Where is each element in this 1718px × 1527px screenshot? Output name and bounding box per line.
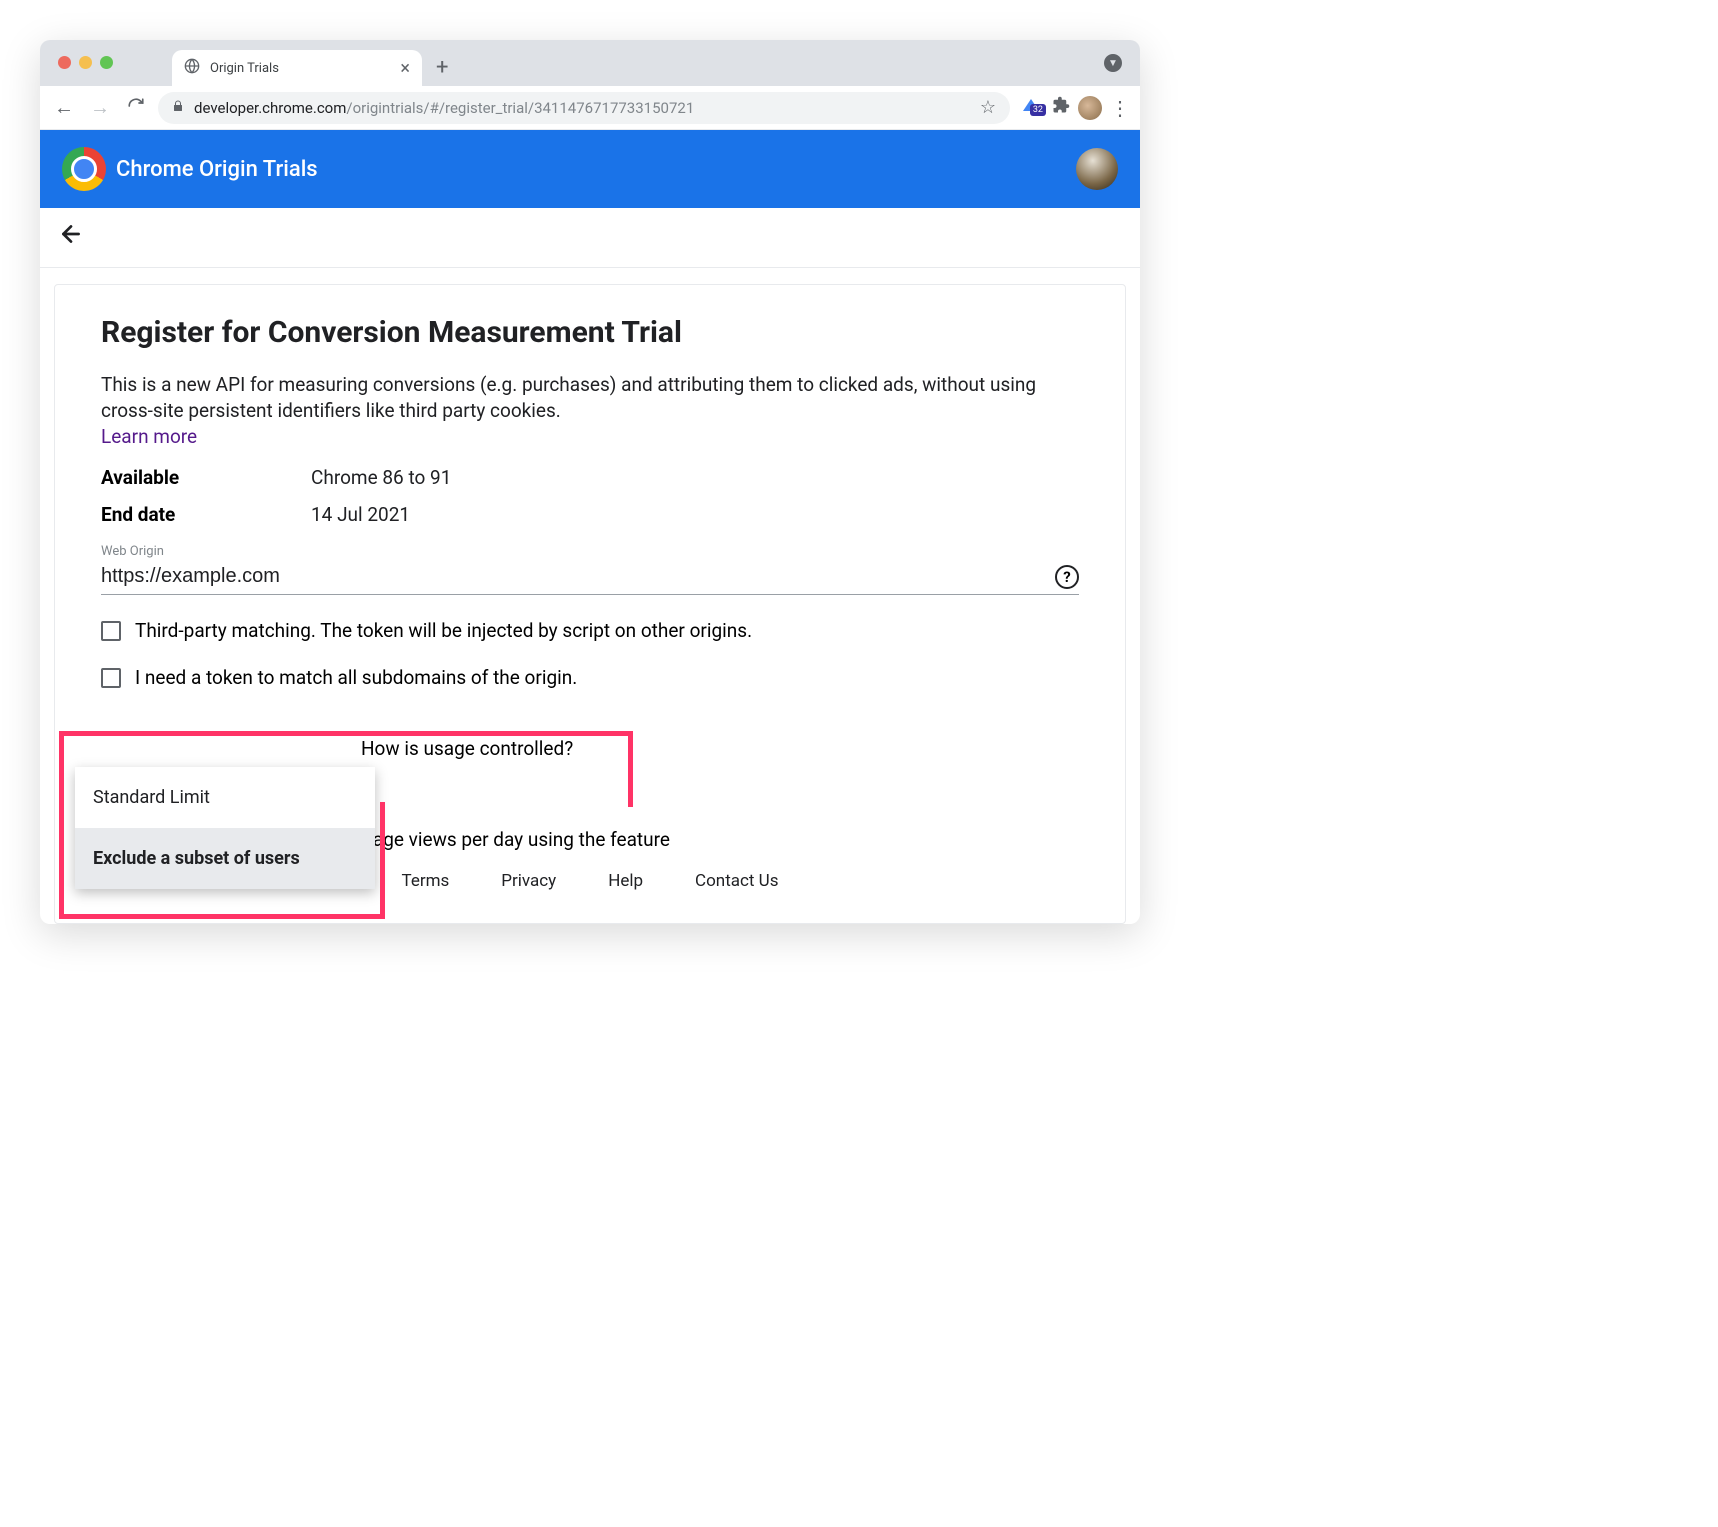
extensions-menu-icon[interactable] <box>1052 96 1070 119</box>
registration-card: Register for Conversion Measurement Tria… <box>54 284 1126 924</box>
chrome-logo-icon <box>62 147 106 191</box>
tab-title: Origin Trials <box>210 61 390 76</box>
app-title: Chrome Origin Trials <box>116 157 318 182</box>
web-origin-field: Web Origin ? <box>101 544 1079 595</box>
tab-bar: Origin Trials × + ▼ <box>40 40 1140 86</box>
third-party-checkbox[interactable] <box>101 621 121 641</box>
dropdown-option-standard[interactable]: Standard Limit <box>75 767 375 828</box>
new-tab-button[interactable]: + <box>436 55 448 86</box>
reload-button[interactable] <box>122 96 150 120</box>
close-tab-icon[interactable]: × <box>400 58 410 79</box>
app-header: Chrome Origin Trials <box>40 130 1140 208</box>
page-title: Register for Conversion Measurement Tria… <box>101 315 1079 350</box>
back-button[interactable]: ← <box>50 95 78 120</box>
learn-more-link[interactable]: Learn more <box>101 425 197 448</box>
usage-restriction-dropdown: Standard Limit Exclude a subset of users <box>75 767 375 889</box>
footer-contact-link[interactable]: Contact Us <box>695 871 778 891</box>
profile-avatar-icon[interactable] <box>1078 96 1102 120</box>
subdomains-label: I need a token to match all subdomains o… <box>135 666 577 689</box>
close-window-icon[interactable] <box>58 56 71 69</box>
available-label: Available <box>101 466 311 489</box>
browser-window: Origin Trials × + ▼ ← → developer.chrome… <box>40 40 1140 924</box>
minimize-window-icon[interactable] <box>79 56 92 69</box>
footer-privacy-link[interactable]: Privacy <box>501 871 556 891</box>
expected-usage-text: Page views per day using the feature <box>361 828 1079 851</box>
usage-question-row: How is usage controlled? <box>101 737 1079 760</box>
third-party-checkbox-row: Third-party matching. The token will be … <box>101 619 1079 642</box>
address-bar[interactable]: developer.chrome.com/origintrials/#/regi… <box>158 92 1010 124</box>
forward-button[interactable]: → <box>86 95 114 120</box>
extension-icon[interactable]: 32 <box>1018 102 1044 114</box>
web-origin-input[interactable] <box>101 561 1079 595</box>
third-party-label: Third-party matching. The token will be … <box>135 619 752 642</box>
extension-badge: 32 <box>1030 104 1046 116</box>
lock-icon <box>172 99 184 117</box>
available-value: Chrome 86 to 91 <box>311 466 451 489</box>
available-row: Available Chrome 86 to 91 <box>101 466 1079 489</box>
browser-menu-icon[interactable]: ⋮ <box>1110 96 1130 120</box>
subdomains-checkbox-row: I need a token to match all subdomains o… <box>101 666 1079 689</box>
app-brand[interactable]: Chrome Origin Trials <box>62 147 318 191</box>
dropdown-option-exclude[interactable]: Exclude a subset of users <box>75 828 375 889</box>
footer-help-link[interactable]: Help <box>608 871 643 891</box>
end-date-value: 14 Jul 2021 <box>311 503 410 526</box>
web-origin-label: Web Origin <box>101 544 1079 559</box>
browser-tab[interactable]: Origin Trials × <box>172 50 422 86</box>
footer-terms-link[interactable]: Terms <box>402 871 450 891</box>
bookmark-star-icon[interactable]: ☆ <box>980 97 996 118</box>
url-text: developer.chrome.com/origintrials/#/regi… <box>194 99 694 117</box>
subdomains-checkbox[interactable] <box>101 668 121 688</box>
tab-overflow-icon[interactable]: ▼ <box>1104 54 1122 72</box>
user-avatar[interactable] <box>1076 148 1118 190</box>
toolbar: ← → developer.chrome.com/origintrials/#/… <box>40 86 1140 130</box>
globe-icon <box>184 58 200 78</box>
end-date-label: End date <box>101 503 311 526</box>
end-date-row: End date 14 Jul 2021 <box>101 503 1079 526</box>
window-controls <box>58 56 113 69</box>
subheader <box>40 208 1140 268</box>
maximize-window-icon[interactable] <box>100 56 113 69</box>
page-back-button[interactable] <box>58 221 84 254</box>
trial-description: This is a new API for measuring conversi… <box>101 372 1079 423</box>
usage-question-text: How is usage controlled? <box>361 737 573 760</box>
